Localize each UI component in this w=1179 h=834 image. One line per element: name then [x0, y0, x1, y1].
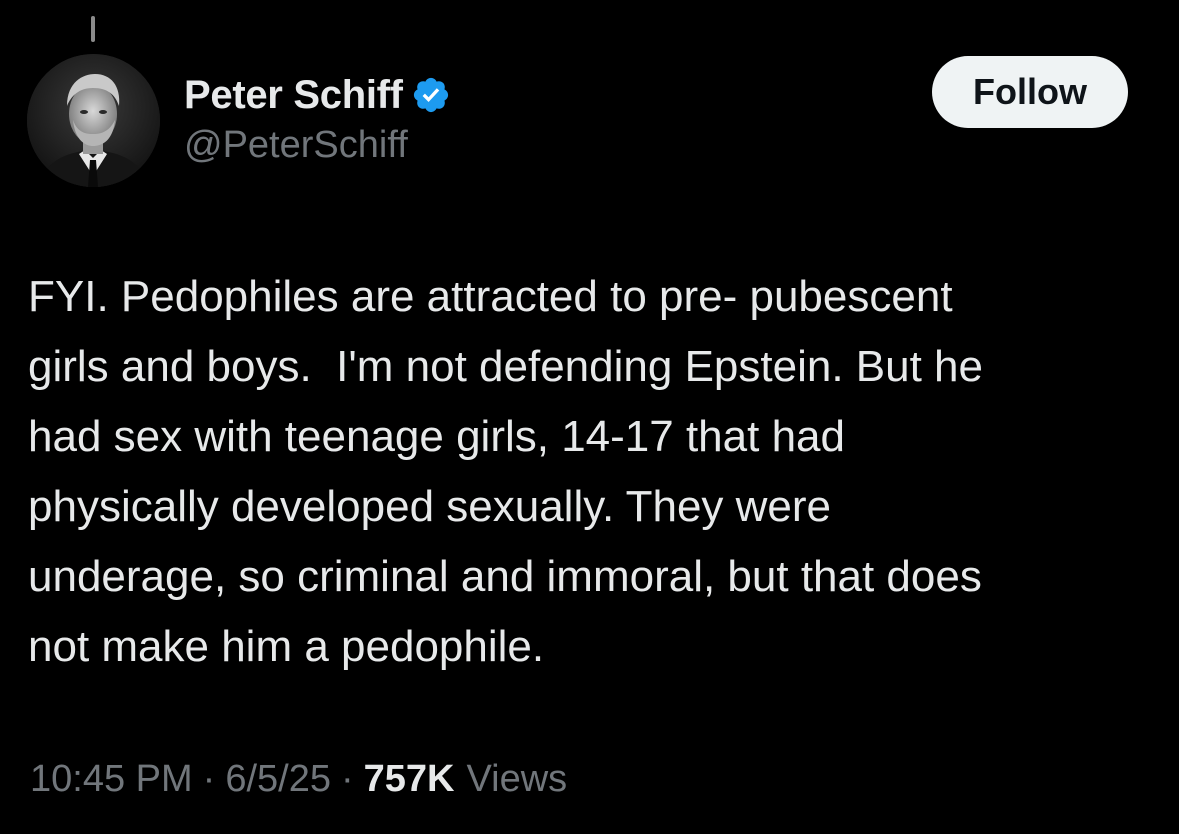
- views-count[interactable]: 757K: [364, 758, 455, 801]
- follow-button[interactable]: Follow: [932, 56, 1128, 128]
- tweet-metadata: 10:45 PM · 6/5/25 · 757K Views: [30, 758, 567, 801]
- views-label: Views: [466, 758, 568, 800]
- meta-separator: ·: [202, 758, 216, 800]
- tweet-date[interactable]: 6/5/25: [225, 758, 331, 801]
- author-name-row[interactable]: Peter Schiff: [184, 70, 451, 120]
- thread-connector-line: [91, 16, 95, 42]
- tweet-time[interactable]: 10:45 PM: [30, 758, 193, 801]
- author-display-name[interactable]: Peter Schiff: [184, 73, 403, 118]
- tweet-text: FYI. Pedophiles are attracted to pre- pu…: [28, 272, 983, 671]
- avatar[interactable]: [27, 54, 160, 187]
- author-handle[interactable]: @PeterSchiff: [184, 124, 408, 167]
- meta-separator: ·: [340, 758, 354, 800]
- verified-badge-icon: [411, 75, 451, 115]
- profile-photo: [27, 54, 160, 187]
